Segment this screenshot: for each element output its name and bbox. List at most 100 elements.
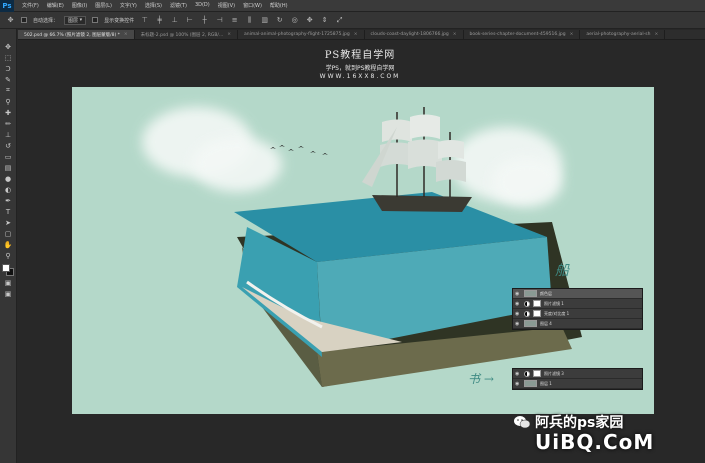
document-tabs: 502.psd @ 66.7% (照片滤镜 2, 图层蒙版/8) * × 未标题-2…: [18, 30, 705, 40]
3d-pan-icon[interactable]: ✥: [305, 16, 314, 25]
close-icon[interactable]: ×: [227, 32, 231, 37]
crop-icon[interactable]: ⌗: [3, 86, 14, 95]
menu-item[interactable]: 滤镜(T): [166, 2, 191, 9]
distribute-icon[interactable]: ≡: [230, 16, 239, 25]
layer-thumb[interactable]: [524, 380, 537, 387]
history-brush-icon[interactable]: ↺: [3, 141, 14, 150]
auto-select-checkbox[interactable]: [21, 17, 27, 23]
eye-icon[interactable]: ◉: [515, 301, 521, 307]
foreground-color[interactable]: [2, 264, 10, 272]
align-bottom-icon[interactable]: ⊥: [170, 16, 179, 25]
move-tool-preset-icon[interactable]: ✥: [6, 16, 15, 25]
close-icon[interactable]: ×: [654, 32, 658, 37]
healing-icon[interactable]: ✚: [3, 108, 14, 117]
layer-mask-thumb[interactable]: [533, 370, 541, 377]
tab-label: animal-animal-photography-flight-1725875…: [244, 32, 350, 37]
quick-select-icon[interactable]: ✎: [3, 75, 14, 84]
layer-row[interactable]: ◉ 颜色层: [513, 289, 642, 299]
photoshop-logo: Ps: [0, 0, 14, 12]
menu-item[interactable]: 图像(I): [68, 2, 91, 9]
tab-label: 未标题-2.psd @ 100% (图层 2, RGB/...: [140, 32, 224, 38]
align-middle-icon[interactable]: ╪: [155, 16, 164, 25]
auto-select-dropdown[interactable]: 图层 ▾: [64, 15, 87, 25]
pen-icon[interactable]: ✒: [3, 196, 14, 205]
distribute-h-icon[interactable]: ⫼: [245, 16, 254, 25]
path-select-icon[interactable]: ➤: [3, 218, 14, 227]
move-icon[interactable]: ✥: [3, 42, 14, 51]
gradient-icon[interactable]: ▤: [3, 163, 14, 172]
show-transform-checkbox[interactable]: [92, 17, 99, 23]
layer-row[interactable]: ◉ 照片滤镜 1: [513, 299, 642, 309]
menu-item[interactable]: 帮助(H): [266, 2, 292, 9]
align-left-icon[interactable]: ⊢: [185, 16, 194, 25]
site-watermark: PS教程自学网 学PS，就到PS教程自学网 WWW.16XX8.COM: [285, 46, 435, 80]
shape-icon[interactable]: ▢: [3, 229, 14, 238]
layer-name: 图层 1: [540, 380, 552, 386]
menu-item[interactable]: 文件(F): [18, 2, 43, 9]
close-icon[interactable]: ×: [124, 32, 128, 37]
dodge-icon[interactable]: ◐: [3, 185, 14, 194]
zoom-icon[interactable]: ⚲: [3, 251, 14, 260]
align-right-icon[interactable]: ⊣: [215, 16, 224, 25]
eraser-icon[interactable]: ▭: [3, 152, 14, 161]
document-tab[interactable]: book-series-chapter-document-459516.jpg ×: [464, 30, 581, 39]
watermark-url: WWW.16XX8.COM: [319, 73, 401, 80]
marquee-icon[interactable]: ⬚: [3, 53, 14, 62]
sail-3b: [436, 160, 466, 182]
3d-scale-icon[interactable]: ⤢: [335, 16, 344, 25]
layer-row[interactable]: ◉ 照片滤镜 3: [513, 369, 642, 379]
menu-item[interactable]: 视图(V): [214, 2, 239, 9]
menu-items: 文件(F) 编辑(E) 图像(I) 图层(L) 文字(Y) 选择(S) 滤镜(T) 3D(D)…: [18, 2, 292, 9]
document-tab[interactable]: animal-animal-photography-flight-1725875…: [238, 30, 365, 39]
document-tab[interactable]: 502.psd @ 66.7% (照片滤镜 2, 图层蒙版/8) * ×: [18, 30, 135, 39]
hand-icon[interactable]: ✋: [3, 240, 14, 249]
eyedropper-icon[interactable]: ⚲: [3, 97, 14, 106]
eye-icon[interactable]: ◉: [515, 291, 521, 297]
layer-mask-thumb[interactable]: [533, 300, 541, 307]
layer-thumb[interactable]: [524, 290, 537, 297]
3d-slide-icon[interactable]: ⇕: [320, 16, 329, 25]
eye-icon[interactable]: ◉: [515, 321, 521, 327]
layer-row[interactable]: ◉ 亮度/对比度 1: [513, 309, 642, 319]
menu-item[interactable]: 3D(D): [191, 2, 214, 9]
document-tab[interactable]: aerial-photography-aerial-sh ×: [580, 30, 666, 39]
layer-row[interactable]: ◉ 图层 1: [513, 379, 642, 389]
3d-rotate-icon[interactable]: ↻: [275, 16, 284, 25]
close-icon[interactable]: ×: [570, 32, 574, 37]
3d-roll-icon[interactable]: ◎: [290, 16, 299, 25]
document-canvas[interactable]: [72, 87, 654, 414]
close-icon[interactable]: ×: [453, 32, 457, 37]
quick-mask-icon[interactable]: ▣: [3, 278, 14, 287]
layer-thumb[interactable]: [524, 320, 537, 327]
brush-icon[interactable]: ✏: [3, 119, 14, 128]
book-ship-illustration: [234, 107, 582, 387]
layer-row[interactable]: ◉ 图层 4: [513, 319, 642, 329]
menu-item[interactable]: 图层(L): [91, 2, 116, 9]
stamp-icon[interactable]: ⊥: [3, 130, 14, 139]
book-annotation: 书 →: [468, 372, 494, 386]
menu-item[interactable]: 窗口(W): [239, 2, 266, 9]
align-center-icon[interactable]: ┼: [200, 16, 209, 25]
menu-item[interactable]: 文字(Y): [116, 2, 141, 9]
auto-align-icon[interactable]: ▥: [260, 16, 269, 25]
eye-icon[interactable]: ◉: [515, 311, 521, 317]
document-tab[interactable]: 未标题-2.psd @ 100% (图层 2, RGB/... ×: [135, 30, 239, 39]
sail-3a: [438, 140, 464, 159]
blur-icon[interactable]: ●: [3, 174, 14, 183]
sail-1a: [382, 119, 412, 142]
eye-icon[interactable]: ◉: [515, 381, 521, 387]
type-icon[interactable]: T: [3, 207, 14, 216]
watermark-subtitle: 学PS，就到PS教程自学网: [325, 65, 395, 72]
eye-icon[interactable]: ◉: [515, 371, 521, 377]
align-top-icon[interactable]: ⊤: [140, 16, 149, 25]
layers-panel-ship: ◉ 颜色层 ◉ 照片滤镜 1 ◉ 亮度/对比度 1 ◉ 图层 4: [512, 288, 643, 330]
screen-mode-icon[interactable]: ▣: [3, 289, 14, 298]
lasso-icon[interactable]: ᑐ: [3, 64, 14, 73]
menu-item[interactable]: 选择(S): [141, 2, 166, 9]
adjustment-icon: [524, 310, 530, 317]
document-tab[interactable]: clouds-coast-daylight-1806766.jpg ×: [365, 30, 464, 39]
color-swatches[interactable]: [2, 264, 14, 276]
close-icon[interactable]: ×: [354, 32, 358, 37]
layer-mask-thumb[interactable]: [533, 310, 541, 317]
menu-item[interactable]: 编辑(E): [43, 2, 68, 9]
